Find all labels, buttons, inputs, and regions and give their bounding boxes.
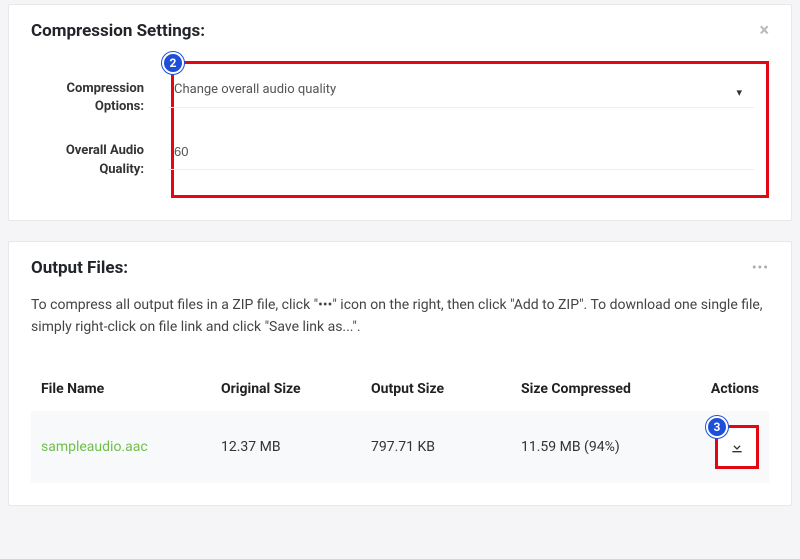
th-actions: Actions	[679, 381, 759, 397]
th-original-size: Original Size	[221, 381, 371, 397]
table-row: sampleaudio.aac 12.37 MB 797.71 KB 11.59…	[31, 411, 769, 483]
step-badge-3: 3	[706, 416, 728, 438]
step-badge-2: 2	[162, 52, 184, 74]
th-size-compressed: Size Compressed	[521, 381, 679, 397]
th-output-size: Output Size	[371, 381, 521, 397]
th-file-name: File Name	[41, 381, 221, 397]
cell-output-size: 797.71 KB	[371, 439, 521, 455]
output-files-panel: Output Files: ••• To compress all output…	[8, 241, 792, 506]
output-header: Output Files: •••	[9, 242, 791, 288]
output-body: To compress all output files in a ZIP fi…	[9, 288, 791, 505]
cell-size-compressed: 11.59 MB (94%)	[521, 439, 679, 455]
cell-original-size: 12.37 MB	[221, 439, 371, 455]
output-help-text: To compress all output files in a ZIP fi…	[31, 294, 769, 339]
audio-quality-field-wrap	[158, 134, 762, 170]
download-icon[interactable]	[729, 439, 745, 455]
compression-options-label: Compression Options:	[38, 72, 158, 116]
file-link[interactable]: sampleaudio.aac	[41, 439, 148, 455]
compression-settings-panel: Compression Settings: × 2 Compression Op…	[8, 4, 792, 221]
audio-quality-input[interactable]	[168, 134, 754, 170]
output-title: Output Files:	[31, 258, 128, 278]
compression-title: Compression Settings:	[31, 21, 205, 41]
close-icon[interactable]: ×	[759, 22, 769, 40]
row-compression-options: Compression Options: Change overall audi…	[178, 72, 762, 116]
cell-actions: 3	[679, 425, 759, 469]
output-table: File Name Original Size Output Size Size…	[31, 367, 769, 483]
more-icon[interactable]: •••	[752, 260, 769, 276]
audio-quality-label: Overall Audio Quality:	[38, 134, 158, 178]
compression-form: 2 Compression Options: Change overall au…	[9, 51, 791, 220]
highlight-step-3: 3	[715, 425, 759, 469]
table-header: File Name Original Size Output Size Size…	[31, 367, 769, 411]
compression-options-field-wrap: Change overall audio quality ▾	[158, 72, 762, 108]
compression-header: Compression Settings: ×	[9, 5, 791, 51]
highlight-step-2: 2 Compression Options: Change overall au…	[171, 61, 769, 198]
compression-options-select[interactable]: Change overall audio quality	[168, 72, 754, 108]
row-audio-quality: Overall Audio Quality:	[178, 134, 762, 178]
